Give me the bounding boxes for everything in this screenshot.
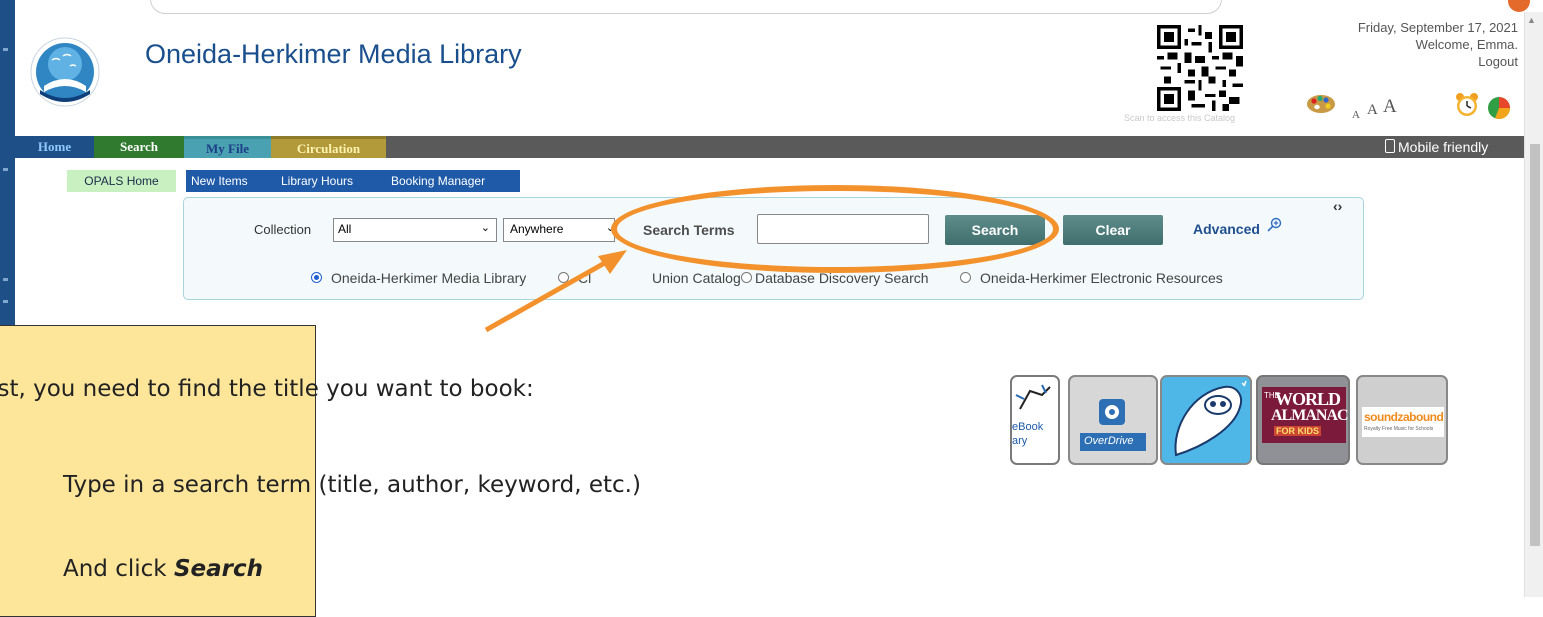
profile-avatar[interactable] [1508, 0, 1530, 12]
scope-select-value: Anywhere [510, 222, 564, 236]
tab-home[interactable]: Home [15, 136, 94, 158]
radio-database-discovery-search[interactable] [741, 272, 752, 283]
ebook-label: eBook [1012, 421, 1044, 433]
callout-search-emphasis: Search [173, 556, 263, 582]
phone-icon [1385, 139, 1395, 153]
logo-icon [30, 37, 100, 107]
advanced-search-link[interactable]: Advanced [1193, 221, 1260, 237]
subnav-new-items[interactable]: New Items [191, 170, 248, 192]
radio-label: Oneida-Herkimer Electronic Resources [980, 270, 1223, 286]
tile-soundzabound[interactable]: soundzabound Royalty Free Music for Scho… [1356, 375, 1448, 465]
logout-link[interactable]: Logout [1478, 54, 1518, 69]
subnav-booking-manager[interactable]: Booking Manager [391, 170, 485, 192]
collection-label: Collection [254, 222, 312, 237]
callout-line-2: Type in a search term (title, author, ke… [63, 472, 641, 498]
soundzabound-label: soundzabound [1364, 410, 1444, 424]
site-title[interactable]: Oneida-Herkimer Media Library [145, 39, 522, 70]
mobile-friendly-link[interactable]: Mobile friendly [1385, 136, 1488, 158]
book-icon [1015, 384, 1051, 410]
palette-icon[interactable] [1306, 93, 1336, 115]
radio-oneida-herkimer-media-library[interactable] [311, 272, 322, 283]
tile-ebook[interactable]: eBook ary [1010, 375, 1060, 465]
tile-sora[interactable] [1160, 375, 1252, 465]
subnav-opals-home[interactable]: OPALS Home [67, 170, 176, 192]
overdrive-logo-icon [1099, 399, 1125, 425]
highlight-ellipse [611, 185, 1059, 273]
sora-mascot-icon [1174, 380, 1247, 457]
scroll-up-icon[interactable]: ▲ [1527, 15, 1536, 25]
callout-line-3: And click Search [63, 556, 263, 582]
font-size-small[interactable]: A [1352, 109, 1360, 121]
tile-overdrive[interactable]: OverDrive [1068, 375, 1158, 465]
callout-line-3-prefix: And click [63, 556, 174, 582]
subnav-library-hours[interactable]: Library Hours [281, 170, 353, 192]
almanac-kids-label: FOR KIDS [1274, 426, 1322, 436]
chevron-down-icon: ⌄ [480, 222, 490, 234]
scope-select[interactable]: Anywhere ⌄ [503, 218, 615, 242]
ebook-sub-label: ary [1012, 435, 1028, 447]
qr-code-icon [1157, 25, 1243, 111]
font-size-large[interactable]: A [1383, 96, 1397, 118]
overdrive-label: OverDrive [1084, 435, 1134, 447]
callout-line-1: rst, you need to find the title you want… [0, 376, 534, 402]
qr-caption: Scan to access this Catalog [1124, 113, 1236, 123]
clear-button[interactable]: Clear [1063, 215, 1163, 245]
collapse-arrows-icon[interactable]: ‹› [1333, 198, 1342, 214]
font-size-medium[interactable]: A [1367, 102, 1378, 119]
tab-my-file[interactable]: My File [184, 136, 271, 158]
tab-search[interactable]: Search [94, 136, 184, 158]
pie-chart-icon[interactable] [1487, 96, 1511, 120]
radio-oneida-herkimer-electronic-resources[interactable] [960, 272, 971, 283]
scrollbar-thumb[interactable] [1530, 144, 1540, 546]
date-text: Friday, September 17, 2021 [1357, 20, 1518, 35]
alarm-clock-icon[interactable] [1454, 92, 1480, 118]
address-bar[interactable] [150, 0, 1222, 14]
collection-select[interactable]: All ⌄ [333, 218, 497, 242]
soundzabound-sub-label: Royalty Free Music for Schools [1364, 426, 1434, 432]
almanac-almanac-label: ALMANAC [1271, 407, 1348, 424]
annotation-arrow [484, 250, 627, 333]
radio-label: Union Catalog [652, 270, 741, 286]
zoom-in-icon[interactable] [1266, 217, 1282, 236]
tab-circulation[interactable]: Circulation [271, 136, 386, 158]
welcome-text: Welcome, Emma. [1415, 37, 1518, 52]
mobile-friendly-label: Mobile friendly [1398, 139, 1489, 155]
collection-select-value: All [338, 222, 352, 236]
tile-world-almanac[interactable]: THE WORLD ALMANAC FOR KIDS [1256, 375, 1350, 465]
